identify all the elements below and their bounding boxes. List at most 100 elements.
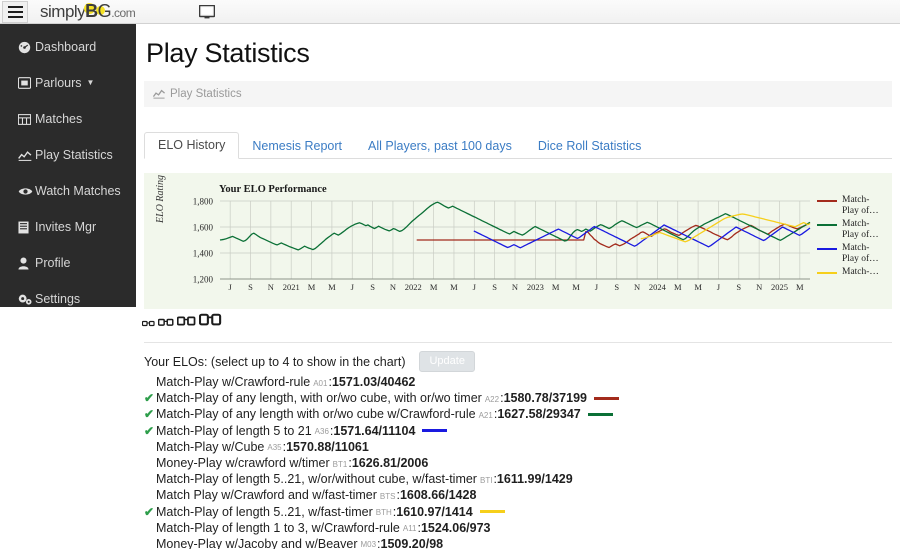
elo-row-code: A35 [267, 443, 282, 453]
elo-row[interactable]: ✔ Match-Play of length 5 to 21 A36: 1571.6… [144, 423, 900, 439]
elo-list-heading: Your ELOs: (select up to 4 to show in th… [144, 354, 406, 369]
x-axis-tick: S [248, 282, 253, 292]
elo-row-code: A01 [313, 378, 328, 388]
elo-row-value: 1608.66/1428 [399, 488, 477, 503]
chevron-down-icon: ▼ [86, 78, 95, 87]
sidebar-item-invites-mgr[interactable]: Invites Mgr [0, 212, 136, 242]
elo-rows: Match-Play w/Crawford-rule A01: 1571.03/4… [144, 374, 900, 549]
check-icon[interactable]: ✔ [144, 424, 156, 438]
sidebar-item-profile[interactable]: Profile [0, 248, 136, 278]
eye-icon [18, 186, 35, 197]
legend-label: Match- Play of… [842, 219, 879, 240]
chart-plot-area: 1,200 1,400 1,600 1,800 J S N 2021 M M J S N 2022 M M J S… [193, 197, 811, 292]
chart-line-icon [153, 89, 165, 99]
page-title: Play Statistics [146, 38, 310, 68]
x-axis-tick: J [595, 282, 599, 292]
x-axis-tick: M [552, 282, 560, 292]
sidebar-item-settings[interactable]: Settings [0, 284, 136, 314]
elo-row[interactable]: ✔ Match-Play of any length, with or/wo cu… [144, 390, 900, 406]
tab-all-players[interactable]: All Players, past 100 days [355, 134, 525, 159]
legend-swatch [817, 248, 837, 250]
x-axis-tick: J [229, 282, 233, 292]
sidebar-item-dashboard[interactable]: Dashboard [0, 32, 136, 62]
y-axis-tick: 1,200 [193, 275, 214, 285]
elo-row-name: Match-Play of any length with or/wo cube… [156, 407, 476, 422]
breadcrumb-label: Play Statistics [170, 88, 242, 100]
site-logo[interactable]: simply B G .com [40, 1, 136, 22]
elo-row[interactable]: Match-Play of length 1 to 3, w/Crawford-… [144, 520, 900, 536]
x-axis-tick: S [736, 282, 741, 292]
elo-chart: Your ELO Performance ELO Rating 1,200 1,4… [144, 173, 892, 309]
y-axis-tick: 1,600 [193, 223, 214, 233]
sidebar-item-parlours[interactable]: Parlours ▼ [0, 68, 136, 98]
y-axis-tick: 1,800 [193, 197, 214, 207]
elo-row-name: Match Play w/Crawford and w/fast-timer [156, 488, 377, 503]
sidebar-item-matches[interactable]: Matches [0, 104, 136, 134]
glasses-icon-lg[interactable] [198, 313, 222, 332]
x-axis-tick: M [430, 282, 438, 292]
glasses-icon-sm[interactable] [157, 314, 174, 332]
logo-text-com: .com [111, 6, 136, 20]
elo-row-code: BTS [379, 491, 396, 501]
x-axis-tick: J [351, 282, 355, 292]
elo-row-color-swatch [593, 396, 619, 401]
elo-row-color-swatch [587, 412, 613, 417]
elo-row-name: Match-Play of length 5..21, w/fast-timer [156, 504, 373, 519]
sidebar-label: Parlours [35, 76, 82, 90]
elo-row-value: 1570.88/11061 [286, 439, 369, 454]
legend-entry: Match- Play of… [817, 243, 889, 265]
x-axis-tick: N [390, 282, 396, 292]
elo-row-code: BT1 [332, 459, 348, 469]
elo-row[interactable]: Money-Play w/crawford w/timer BT1: 1626.8… [144, 455, 900, 471]
tab-nemesis-report[interactable]: Nemesis Report [239, 134, 355, 159]
elo-row[interactable]: ✔ Match-Play of any length with or/wo cub… [144, 406, 900, 422]
chart-legend: Match- Play of… Match- Play of… Match- Play… [817, 195, 889, 280]
elo-row[interactable]: Match-Play of length 5..21, w/or/without… [144, 471, 900, 487]
glasses-icon-md[interactable] [176, 314, 196, 332]
legend-label: Match- Play of… [842, 195, 879, 216]
tab-dice-roll-statistics[interactable]: Dice Roll Statistics [525, 134, 655, 159]
sidebar: Dashboard Parlours ▼ Matches Play Statis… [0, 24, 136, 307]
chart-series-line [473, 224, 811, 249]
breadcrumb: Play Statistics [144, 81, 892, 107]
x-axis-tick: 2024 [649, 282, 667, 292]
page-root: simply B G .com Dashboard Parlours ▼ Mat… [0, 0, 900, 549]
sidebar-label: Play Statistics [35, 148, 113, 162]
elo-row-value: 1580.78/37199 [503, 391, 587, 406]
legend-entry: Match- Play of… [817, 195, 889, 217]
elo-list-section: Your ELOs: (select up to 4 to show in th… [144, 351, 900, 549]
glasses-icon-xs[interactable] [141, 314, 155, 332]
x-axis-tick: J [717, 282, 721, 292]
logo-bg-wrap: BG [84, 1, 112, 22]
elo-row-code: A11 [402, 524, 417, 534]
sidebar-label: Settings [35, 292, 81, 306]
zoom-level-icons [141, 312, 900, 332]
elo-row[interactable]: Money-Play w/Jacoby and w/Beaver M03: 150… [144, 536, 900, 549]
monitor-icon[interactable] [190, 2, 224, 22]
elo-row-value: 1611.99/1429 [496, 472, 573, 487]
dashboard-icon [18, 41, 35, 54]
check-icon[interactable]: ✔ [144, 407, 156, 421]
elo-row-name: Money-Play w/Jacoby and w/Beaver [156, 536, 358, 549]
elo-row-code: A36 [314, 427, 329, 437]
sidebar-item-play-statistics[interactable]: Play Statistics [0, 140, 136, 170]
elo-row-value: 1627.58/29347 [497, 407, 581, 422]
sidebar-item-watch-matches[interactable]: Watch Matches [0, 176, 136, 206]
tab-elo-history[interactable]: ELO History [144, 132, 240, 159]
legend-swatch [817, 224, 837, 226]
book-icon [18, 221, 35, 234]
x-axis-tick: 2022 [405, 282, 422, 292]
elo-row-color-swatch [479, 509, 505, 514]
elo-row-value: 1571.03/40462 [331, 375, 416, 390]
menu-hamburger-icon[interactable] [2, 0, 28, 23]
legend-swatch [817, 200, 837, 202]
elo-row[interactable]: Match-Play w/Crawford-rule A01: 1571.03/4… [144, 374, 900, 390]
x-axis-tick: M [572, 282, 580, 292]
elo-row[interactable]: ✔ Match-Play of length 5..21, w/fast-time… [144, 504, 900, 520]
x-axis-tick: M [796, 282, 804, 292]
check-icon[interactable]: ✔ [144, 505, 156, 519]
check-icon[interactable]: ✔ [144, 391, 156, 405]
update-button[interactable]: Update [419, 351, 475, 372]
elo-row[interactable]: Match-Play w/Cube A35: 1570.88/11061 [144, 439, 900, 455]
elo-row[interactable]: Match Play w/Crawford and w/fast-timer BT… [144, 487, 900, 503]
